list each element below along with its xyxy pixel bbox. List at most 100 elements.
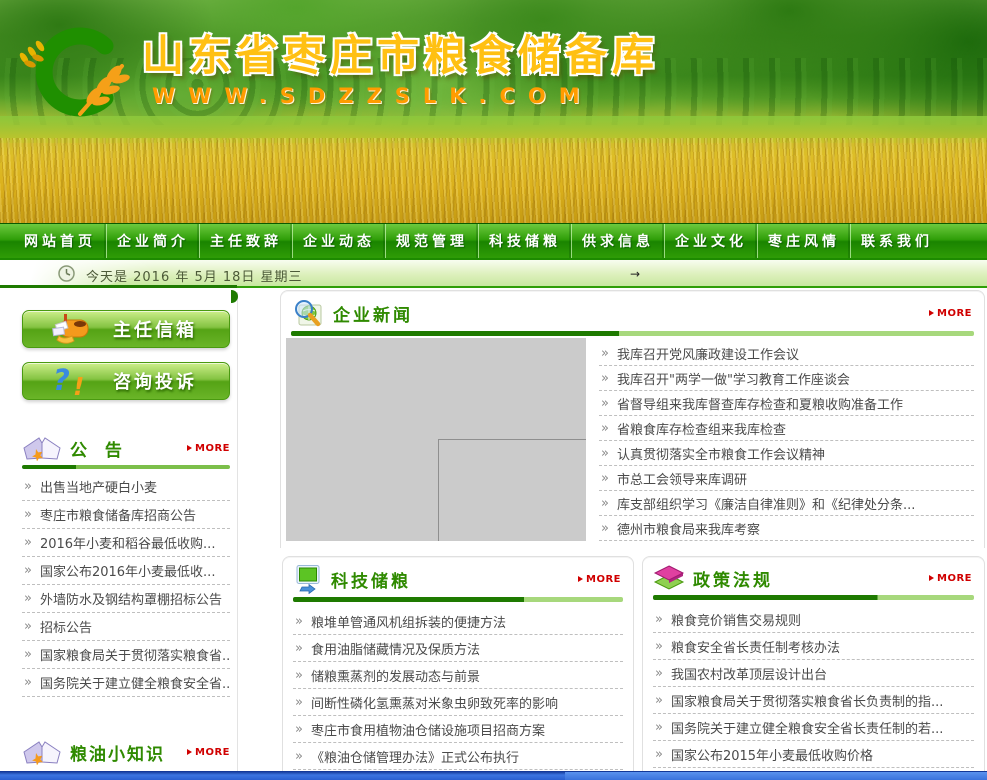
notice-list-item[interactable]: 枣庄市粮食储备库招商公告 <box>22 501 230 529</box>
double-arrow-bullet-icon <box>655 612 663 627</box>
nav-item[interactable]: 联系我们 <box>850 224 943 258</box>
news-list-item[interactable]: 省粮食库存检查组来我库检查 <box>599 416 974 441</box>
page: 山东省枣庄市粮食储备库 WWW.SDZZSLK.COM 网站首页 企业简介 主任… <box>0 0 987 780</box>
tech-list-item[interactable]: 储粮熏蒸剂的发展动态与前景 <box>293 662 623 689</box>
notice-item-text: 出售当地产硬白小麦 <box>40 477 157 496</box>
tech-list-item[interactable]: 枣庄市食用植物油仓储设施项目招商方案 <box>293 716 623 743</box>
notice-item-text: 外墙防水及钢结构罩棚招标公告 <box>40 589 222 608</box>
news-image-placeholder[interactable] <box>286 338 586 541</box>
news-list-item[interactable]: 我库召开"两学一做"学习教育工作座谈会 <box>599 366 974 391</box>
knowledge-header: 粮油小知识 MORE <box>22 739 230 765</box>
tech-more-link[interactable]: MORE <box>578 574 621 585</box>
policy-list-item[interactable]: 国家公布2015年小麦最低收购价格 <box>653 741 974 768</box>
date-bar: 今天是 2016 年 5月 18日 星期三 → <box>0 258 987 288</box>
news-list-item[interactable]: 德州市粮食局来我库考察 <box>599 516 974 541</box>
double-arrow-bullet-icon <box>601 396 609 411</box>
policy-item-text: 国家公布2015年小麦最低收购价格 <box>671 745 873 764</box>
tech-list-item[interactable]: 粮堆单管通风机组拆装的便捷方法 <box>293 608 623 635</box>
double-arrow-bullet-icon <box>601 496 609 511</box>
notice-list: 出售当地产硬白小麦 枣庄市粮食储备库招商公告 2016年小麦和稻谷最低收购... <box>22 473 230 697</box>
site-title: 山东省枣庄市粮食储备库 <box>142 22 659 83</box>
news-item-text: 我库召开党风廉政建设工作会议 <box>617 344 799 363</box>
nav-item[interactable]: 企业简介 <box>106 224 199 258</box>
policy-underline <box>653 595 974 600</box>
tech-list-item[interactable]: 食用油脂储藏情况及保质方法 <box>293 635 623 662</box>
policy-list-item[interactable]: 粮食竞价销售交易规则 <box>653 606 974 633</box>
notice-underline <box>22 465 230 469</box>
policy-item-text: 国家粮食局关于贯彻落实粮食省长负责制的指... <box>671 691 943 710</box>
notice-list-item[interactable]: 国家粮食局关于贯彻落实粮食省... <box>22 641 230 669</box>
notice-more-link[interactable]: MORE <box>187 443 230 454</box>
nav-item[interactable]: 企业文化 <box>664 224 757 258</box>
nav-item[interactable]: 供求信息 <box>571 224 664 258</box>
double-arrow-bullet-icon <box>24 507 32 522</box>
knowledge-title: 粮油小知识 <box>70 740 165 765</box>
nav-item[interactable]: 枣庄风情 <box>757 224 850 258</box>
double-arrow-bullet-icon <box>655 747 663 762</box>
news-item-text: 省督导组来我库督查库存检查和夏粮收购准备工作 <box>617 394 903 413</box>
taskbar-edge-segment <box>565 772 987 780</box>
double-arrow-bullet-icon <box>24 647 32 662</box>
tech-item-text: 间断性磷化氢熏蒸对米象虫卵致死率的影响 <box>311 693 558 712</box>
marquee-arrow-icon: → <box>630 267 640 281</box>
double-arrow-bullet-icon <box>24 563 32 578</box>
news-item-text: 市总工会领导来库调研 <box>617 469 747 488</box>
policy-list-item[interactable]: 粮食安全省长责任制考核办法 <box>653 633 974 660</box>
more-arrow-icon <box>187 749 192 755</box>
policy-item-text: 我国农村改革顶层设计出台 <box>671 664 827 683</box>
double-arrow-bullet-icon <box>24 479 32 494</box>
notice-list-item[interactable]: 外墙防水及钢结构罩棚招标公告 <box>22 585 230 613</box>
news-section: 企业新闻 MORE 我库召开党风廉政建设工作会议 <box>280 290 985 548</box>
double-arrow-bullet-icon <box>601 421 609 436</box>
question-exclamation-icon: ? ! <box>49 364 95 398</box>
tech-item-text: 粮堆单管通风机组拆装的便捷方法 <box>311 612 506 631</box>
sidebar-top-line <box>0 285 237 288</box>
svg-text:?: ? <box>53 364 70 397</box>
notice-section: 公 告 MORE 出售当地产硬白小麦 枣庄市粮食储备库招商公告 <box>22 435 230 697</box>
double-arrow-bullet-icon <box>24 675 32 690</box>
notice-list-item[interactable]: 出售当地产硬白小麦 <box>22 473 230 501</box>
double-arrow-bullet-icon <box>24 535 32 550</box>
tech-list-item[interactable]: 《粮油仓储管理办法》正式公布执行 <box>293 743 623 770</box>
notice-item-text: 2016年小麦和稻谷最低收购... <box>40 533 215 552</box>
double-arrow-bullet-icon <box>601 471 609 486</box>
news-list-item[interactable]: 认真贯彻落实全市粮食工作会议精神 <box>599 441 974 466</box>
double-arrow-bullet-icon <box>24 619 32 634</box>
banner: 山东省枣庄市粮食储备库 WWW.SDZZSLK.COM <box>0 0 987 223</box>
nav-item[interactable]: 规范管理 <box>385 224 478 258</box>
double-arrow-bullet-icon <box>601 446 609 461</box>
tech-list-item[interactable]: 间断性磷化氢熏蒸对米象虫卵致死率的影响 <box>293 689 623 716</box>
news-list-item[interactable]: 库支部组织学习《廉洁自律准则》和《纪律处分条... <box>599 491 974 516</box>
double-arrow-bullet-icon <box>295 614 303 629</box>
sidebar-divider <box>237 292 238 771</box>
news-list-item[interactable]: 市总工会领导来库调研 <box>599 466 974 491</box>
news-more-link[interactable]: MORE <box>929 308 972 319</box>
nav-item[interactable]: 科技储粮 <box>478 224 571 258</box>
notice-list-item[interactable]: 招标公告 <box>22 613 230 641</box>
double-arrow-bullet-icon <box>295 749 303 764</box>
double-arrow-bullet-icon <box>601 521 609 536</box>
knowledge-more-link[interactable]: MORE <box>187 747 230 758</box>
nav-item[interactable]: 主任致辞 <box>199 224 292 258</box>
more-arrow-icon <box>929 310 934 316</box>
nav-item[interactable]: 网站首页 <box>14 224 106 258</box>
policy-item-text: 粮食安全省长责任制考核办法 <box>671 637 840 656</box>
policy-list-item[interactable]: 国务院关于建立健全粮食安全省长责任制的若... <box>653 714 974 741</box>
consult-complaint-button[interactable]: ? ! 咨询投诉 <box>22 362 230 400</box>
notice-list-item[interactable]: 国家公布2016年小麦最低收... <box>22 557 230 585</box>
svg-text:!: ! <box>73 372 84 398</box>
tech-underline <box>293 597 623 602</box>
news-list-item[interactable]: 我库召开党风廉政建设工作会议 <box>599 341 974 366</box>
director-mailbox-button[interactable]: 主任信箱 <box>22 310 230 348</box>
notice-list-item[interactable]: 2016年小麦和稻谷最低收购... <box>22 529 230 557</box>
notice-list-item[interactable]: 国务院关于建立健全粮食安全省... <box>22 669 230 697</box>
policy-list-item[interactable]: 我国农村改革顶层设计出台 <box>653 660 974 687</box>
news-underline <box>291 331 974 336</box>
news-list-item[interactable]: 省督导组来我库督查库存检查和夏粮收购准备工作 <box>599 391 974 416</box>
main-nav: 网站首页 企业简介 主任致辞 企业动态 规范管理 科技储粮 供求信息 企业文化 … <box>0 223 987 258</box>
nav-item[interactable]: 企业动态 <box>292 224 385 258</box>
policy-more-link[interactable]: MORE <box>929 573 972 584</box>
policy-list-item[interactable]: 国家粮食局关于贯彻落实粮食省长负责制的指... <box>653 687 974 714</box>
open-book-icon <box>22 739 62 765</box>
notice-item-text: 国家公布2016年小麦最低收... <box>40 561 215 580</box>
